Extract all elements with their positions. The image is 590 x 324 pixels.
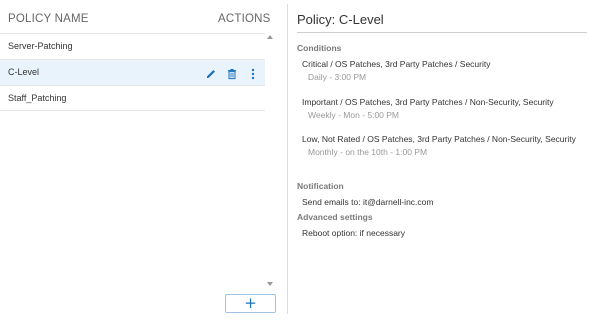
- more-vertical-icon[interactable]: [247, 67, 259, 80]
- condition-schedule: Daily - 3:00 PM: [308, 72, 367, 82]
- policy-name: Server-Patching: [8, 41, 73, 51]
- scroll-down-arrow-icon[interactable]: [267, 282, 273, 286]
- policy-row-staff-patching[interactable]: Staff_Patching: [0, 85, 265, 111]
- row-actions: [205, 66, 259, 80]
- vertical-scrollbar[interactable]: [266, 33, 276, 288]
- add-policy-button[interactable]: +: [225, 294, 276, 313]
- trash-icon[interactable]: [226, 67, 238, 80]
- plus-icon: +: [244, 294, 257, 312]
- column-header-policy-name: POLICY NAME: [8, 13, 89, 25]
- panel-divider: [287, 4, 288, 314]
- conditions-heading: Conditions: [297, 43, 342, 53]
- policy-row-server-patching[interactable]: Server-Patching: [0, 33, 265, 59]
- title-divider: [297, 32, 587, 33]
- policy-row-c-level[interactable]: C-Level: [0, 59, 265, 85]
- advanced-settings-heading: Advanced settings: [297, 212, 373, 222]
- notification-heading: Notification: [297, 181, 344, 191]
- pencil-icon[interactable]: [205, 67, 217, 79]
- condition-schedule: Weekly - Mon - 5:00 PM: [308, 110, 400, 120]
- notification-text: Send emails to: it@darnell-inc.com: [302, 197, 434, 207]
- reboot-option-text: Reboot option: if necessary: [302, 228, 406, 238]
- condition-schedule: Monthly - on the 10th - 1:00 PM: [308, 147, 428, 157]
- policy-detail-panel: Policy: C-Level Conditions Critical / OS…: [297, 0, 587, 324]
- condition-text: Critical / OS Patches, 3rd Party Patches…: [302, 59, 491, 69]
- policy-list: Server-Patching C-Level Staff_Patching: [0, 33, 265, 111]
- policy-name: Staff_Patching: [8, 93, 67, 103]
- policy-name: C-Level: [8, 67, 40, 77]
- condition-text: Important / OS Patches, 3rd Party Patche…: [302, 97, 554, 107]
- policy-title: Policy: C-Level: [297, 12, 384, 27]
- condition-text: Low, Not Rated / OS Patches, 3rd Party P…: [302, 134, 576, 144]
- policy-list-panel: POLICY NAME ACTIONS Server-Patching C-Le…: [0, 0, 287, 324]
- column-header-actions: ACTIONS: [218, 13, 271, 25]
- scroll-up-arrow-icon[interactable]: [267, 35, 273, 39]
- policy-list-header: POLICY NAME ACTIONS: [0, 0, 276, 34]
